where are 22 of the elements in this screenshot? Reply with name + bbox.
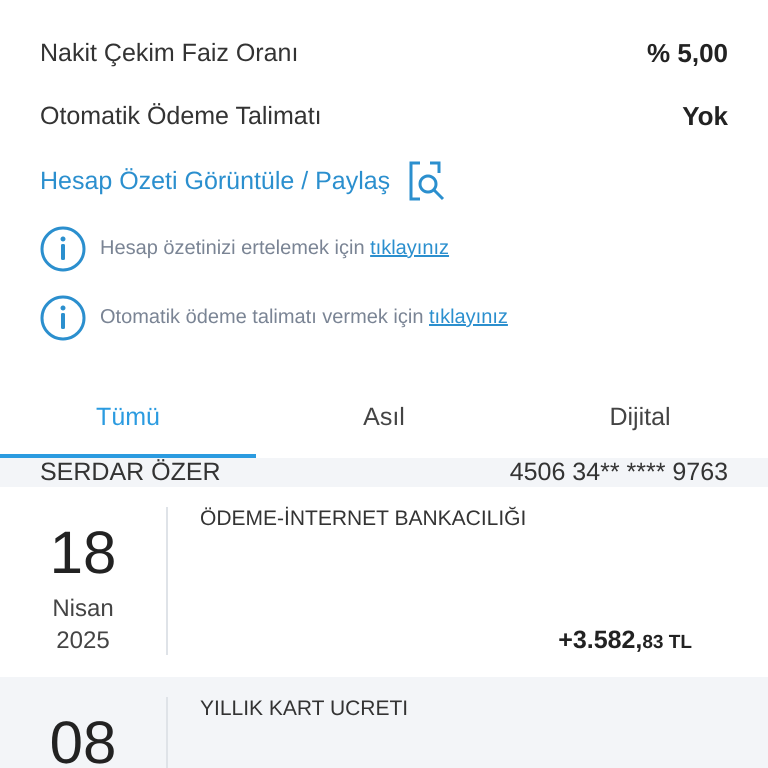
detail-value: % 5,00: [647, 38, 728, 69]
transaction-day: 18: [50, 523, 116, 583]
notice-link[interactable]: tıklayınız: [370, 237, 450, 259]
detail-value: Yok: [682, 101, 728, 132]
info-icon: [40, 226, 86, 272]
transaction-year: 2025: [56, 627, 110, 655]
transaction-description: YILLIK KART UCRETI: [200, 697, 410, 721]
notice-link[interactable]: tıklayınız: [429, 306, 508, 328]
card-holder: SERDAR ÖZER: [40, 458, 221, 487]
notice-text: Hesap özetinizi ertelemek için tıklayınız: [100, 237, 450, 260]
detail-label: Otomatik Ödeme Talimatı: [40, 102, 322, 131]
document-search-icon[interactable]: [408, 161, 446, 201]
card-number: 4506 34** **** 9763: [510, 458, 728, 487]
transaction-amount: +3.582,83 TL: [558, 626, 692, 655]
statement-link[interactable]: Hesap Özeti Görüntüle / Paylaş: [40, 166, 390, 196]
transaction-row[interactable]: 08 YILLIK KART UCRETI: [0, 677, 768, 768]
notice-text: Otomatik ödeme talimatı vermek için tıklayınız: [100, 306, 508, 329]
transaction-month: Nisan: [52, 595, 114, 623]
detail-label: Nakit Çekim Faiz Oranı: [40, 39, 298, 68]
transaction-day: 08: [50, 713, 116, 768]
transaction-description: ÖDEME-İNTERNET BANKACILIĞI: [200, 507, 528, 531]
info-icon: [40, 294, 86, 340]
